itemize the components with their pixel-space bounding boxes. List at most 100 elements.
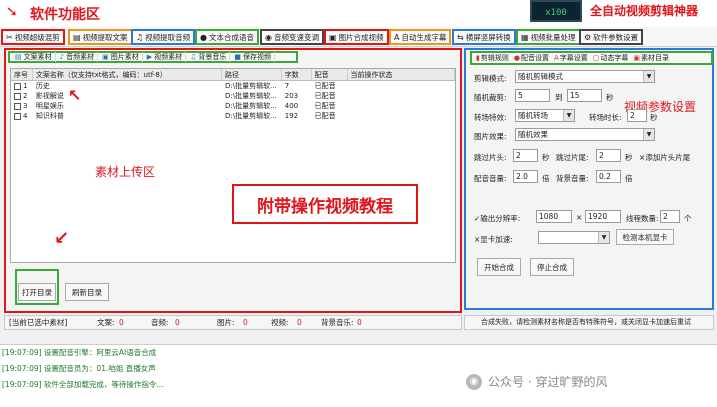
- add-head-tail-checkbox[interactable]: ×添加片头片尾: [639, 152, 690, 163]
- chevron-down-icon: ▼: [563, 110, 574, 121]
- gpu-select[interactable]: ▼: [538, 231, 610, 244]
- skip-tail-input[interactable]: 2: [596, 149, 621, 162]
- dub-volume-input[interactable]: 2.0: [513, 170, 538, 183]
- toolbar-button-pitch[interactable]: ◉ 音频变速变调: [260, 29, 324, 45]
- output-res-checkbox[interactable]: ✓输出分辨率:: [474, 213, 520, 224]
- threads-unit: 个: [684, 214, 692, 223]
- transition-select[interactable]: 随机转场 ▼: [515, 109, 575, 122]
- col-name: 文案名称（仅支持txt格式，编码：utf-8）: [33, 69, 223, 80]
- times-label: 倍: [625, 174, 633, 183]
- text-icon: ▤: [15, 53, 22, 61]
- material-tabs: ▤ 文案素材 ♪ 音频素材 ▣ 图片素材 ▶ 视频素材 ♫ 背景音乐 ■ 保存视频: [8, 51, 298, 63]
- cut-mode-select[interactable]: 随机剪辑模式 ▼: [515, 70, 655, 83]
- music-icon: ♫: [190, 53, 197, 61]
- log-line: [19:07:09] 软件全部加载完成，等待操作指令...: [2, 380, 164, 389]
- seconds-label: 秒: [625, 153, 633, 162]
- transition-duration-label: 转场时长:: [589, 113, 622, 122]
- dub-volume-label: 配音音量:: [474, 174, 507, 183]
- transition-duration-input[interactable]: 2: [627, 109, 647, 122]
- table-row[interactable]: 4 知识科普 D:\批量剪辑软... 192 已配音: [11, 111, 455, 121]
- tab-save-video[interactable]: ■ 保存视频: [231, 52, 276, 62]
- film-icon: ▮: [476, 54, 480, 62]
- toolbar-button-rotate[interactable]: ⇆ 横屏竖屏转换: [452, 29, 516, 45]
- microphone-icon: ●: [513, 54, 520, 62]
- tab-audio-material[interactable]: ♪ 音频素材: [57, 52, 99, 62]
- rotate-icon: ⇆: [457, 32, 464, 42]
- tab-material-dir[interactable]: ▣ 素材目录: [631, 53, 671, 63]
- video-count: 0: [297, 318, 302, 327]
- image-effect-label: 图片效果:: [474, 132, 507, 141]
- seconds-label: 秒: [650, 113, 658, 122]
- audio-icon: ♫: [136, 32, 144, 42]
- gear-icon: ⚙: [584, 32, 592, 42]
- tutorial-banner: 附带操作视频教程: [232, 184, 418, 224]
- tab-text-material[interactable]: ▤ 文案素材: [12, 52, 56, 62]
- log-line: [19:07:09] 设置配音引擎：阿里云AI语音合成: [2, 348, 157, 357]
- image-count-label: 图片:: [217, 318, 235, 327]
- skip-head-label: 跳过片头:: [474, 153, 507, 162]
- brand-label: 全自动视频剪辑神器: [590, 4, 699, 18]
- microphone-icon: ●: [200, 32, 207, 42]
- tab-image-material[interactable]: ▣ 图片素材: [99, 52, 143, 62]
- open-dir-button[interactable]: 打开目录: [18, 283, 56, 301]
- threads-label: 线程数量:: [626, 214, 659, 223]
- row-checkbox[interactable]: [14, 112, 21, 120]
- scissors-icon: ✂: [6, 32, 13, 42]
- toolbar-button-image-video[interactable]: ▣ 图片合成视频: [324, 29, 389, 45]
- audio-count: 0: [175, 318, 180, 327]
- res-width-input[interactable]: 1080: [536, 210, 572, 223]
- bgm-volume-input[interactable]: 0.2: [596, 170, 621, 183]
- audio-icon: ♪: [59, 53, 65, 61]
- tab-cut-rules[interactable]: ▮ 剪辑规则: [474, 53, 511, 63]
- wechat-icon: ◉: [466, 373, 482, 390]
- toolbar-button-subtitle[interactable]: A 自动生成字幕: [389, 29, 452, 45]
- settings-tabs: ▮ 剪辑规则 ● 配音设置 A 字幕设置 ▢ 动态字幕 ▣ 素材目录: [470, 51, 713, 65]
- toolbar-button-extract-text[interactable]: ▤ 视频提取文案: [68, 29, 133, 45]
- arrow-icon: ↖: [68, 86, 82, 105]
- random-cut-to-input[interactable]: 15: [567, 89, 602, 102]
- gpu-accel-checkbox[interactable]: ×显卡加速:: [474, 234, 513, 245]
- col-path: 路径: [222, 69, 282, 80]
- chevron-down-icon: ▼: [643, 129, 654, 140]
- stop-button[interactable]: 停止合成: [530, 258, 574, 276]
- toolbar-button-tts[interactable]: ● 文本合成语音: [195, 29, 259, 45]
- col-status: 当前操作状态: [348, 69, 455, 80]
- image-icon: ▣: [102, 53, 109, 61]
- row-checkbox[interactable]: [14, 82, 21, 90]
- toolbar-button-mix[interactable]: ✂ 视频超级混剪: [1, 29, 65, 45]
- doc-count: 0: [119, 318, 124, 327]
- refresh-dir-button[interactable]: 刷新目录: [65, 283, 109, 301]
- document-icon: ▤: [73, 32, 81, 42]
- detect-gpu-button[interactable]: 检测本机显卡: [616, 229, 674, 245]
- image-effect-select[interactable]: 随机效果 ▼: [515, 128, 655, 141]
- tab-subtitle-settings[interactable]: A 字幕设置: [552, 53, 590, 63]
- tab-dynamic-subtitle[interactable]: ▢ 动态字幕: [591, 53, 631, 63]
- toolbar-button-settings[interactable]: ⚙ 软件参数设置: [579, 29, 644, 45]
- seconds-label: 秒: [606, 93, 614, 102]
- folder-icon: ▣: [633, 54, 641, 62]
- upload-area-label: 素材上传区: [95, 165, 156, 179]
- tab-dub-settings[interactable]: ● 配音设置: [512, 53, 551, 63]
- row-checkbox[interactable]: [14, 92, 21, 100]
- log-line: [19:07:09] 设置配音员为：01.咱姐 直播女声: [2, 364, 156, 373]
- arrow-icon: ➘: [6, 4, 18, 20]
- tab-video-material[interactable]: ▶ 视频素材: [144, 52, 187, 62]
- start-button[interactable]: 开始合成: [477, 258, 521, 276]
- skip-head-input[interactable]: 2: [513, 149, 538, 162]
- threads-input[interactable]: 2: [660, 210, 680, 223]
- toolbar-button-batch[interactable]: ▦ 视频批量处理: [516, 29, 581, 45]
- arrow-icon: ↙: [54, 228, 70, 249]
- res-separator: ×: [576, 213, 583, 222]
- bgm-volume-label: 背景音量:: [556, 174, 589, 183]
- cut-mode-label: 剪辑模式:: [474, 74, 507, 83]
- toolbar-button-extract-audio[interactable]: ♫ 视频提取音频: [131, 29, 196, 45]
- res-height-input[interactable]: 1920: [585, 210, 621, 223]
- tab-bgm[interactable]: ♫ 背景音乐: [187, 52, 231, 62]
- random-cut-from-input[interactable]: 5: [515, 89, 550, 102]
- random-cut-to-label: 到: [555, 93, 563, 102]
- row-checkbox[interactable]: [14, 102, 21, 110]
- skip-tail-label: 跳过片尾:: [556, 153, 589, 162]
- chevron-down-icon: ▼: [598, 232, 609, 243]
- bgm-count-label: 背景音乐:: [321, 318, 354, 327]
- save-icon: ■: [234, 53, 242, 61]
